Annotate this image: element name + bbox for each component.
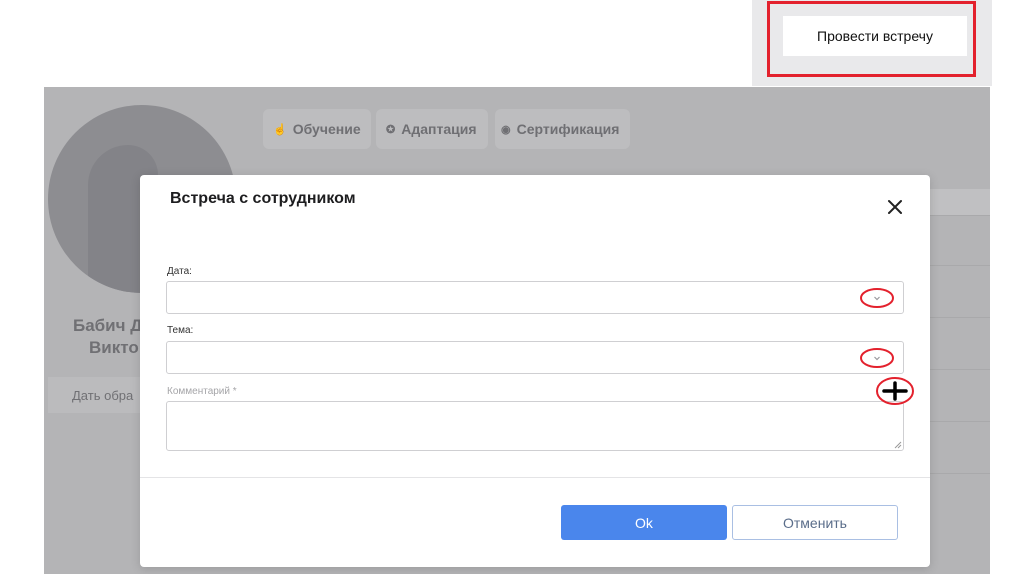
employee-name: Бабич Д Викто — [73, 315, 142, 359]
plus-icon[interactable] — [874, 375, 916, 407]
tab-learning[interactable]: ☝ Обучение — [263, 109, 371, 149]
close-icon — [888, 200, 902, 214]
resize-handle-icon[interactable] — [894, 441, 902, 449]
dialog-title: Встреча с сотрудником — [170, 190, 356, 207]
dialog-divider — [140, 477, 930, 478]
close-button[interactable] — [883, 195, 907, 219]
adaptation-icon: ✪ — [386, 123, 396, 136]
tab-adaptation-label: Адаптация — [401, 121, 477, 137]
comment-textarea[interactable] — [166, 401, 904, 451]
tab-certification[interactable]: ◉ Сертификация — [495, 109, 630, 149]
chevron-down-icon[interactable] — [859, 347, 895, 369]
date-select[interactable] — [166, 281, 904, 314]
topic-select[interactable] — [166, 341, 904, 374]
topic-label: Тема: — [167, 325, 194, 336]
graduation-cap-icon: ☝ — [273, 123, 287, 136]
cancel-button[interactable]: Отменить — [732, 505, 898, 540]
employee-name-line1: Бабич Д — [73, 316, 143, 335]
date-label: Дата: — [167, 266, 192, 277]
chevron-down-icon[interactable] — [859, 287, 895, 309]
tab-certification-label: Сертификация — [516, 121, 620, 137]
comment-label: Комментарий * — [167, 386, 237, 397]
meeting-dialog: Встреча с сотрудником Дата: Тема: Коммен… — [140, 175, 930, 567]
tab-adaptation[interactable]: ✪ Адаптация — [376, 109, 488, 149]
employee-name-line2: Викто — [89, 338, 139, 357]
ok-button[interactable]: Ok — [561, 505, 727, 540]
certificate-icon: ◉ — [501, 123, 511, 136]
conduct-meeting-button[interactable]: Провести встречу — [783, 16, 967, 56]
tab-learning-label: Обучение — [292, 121, 361, 137]
background-header-band — [924, 189, 990, 215]
